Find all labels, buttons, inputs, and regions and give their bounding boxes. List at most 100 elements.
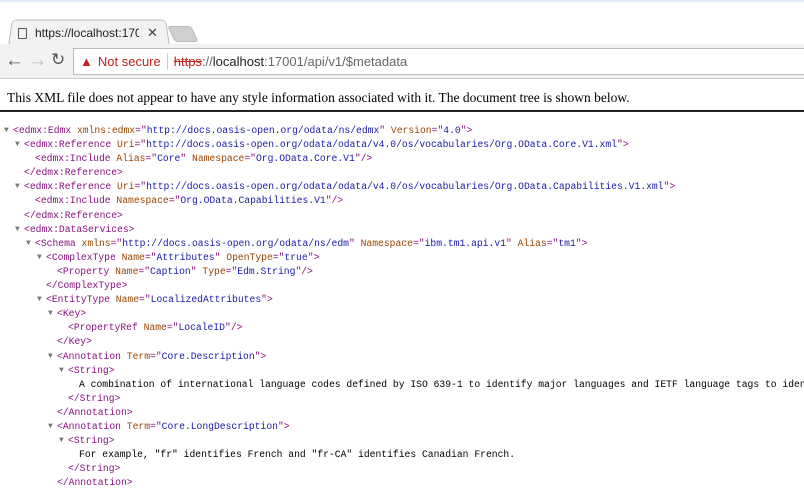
- attribute-name: Namespace: [116, 195, 169, 207]
- attribute-value: true: [284, 251, 308, 263]
- attribute-value: LocaleID: [178, 322, 225, 334]
- attribute-value: LocalizedAttributes: [150, 294, 262, 306]
- attribute-name: Name: [121, 251, 145, 263]
- attribute-value: http://docs.oasis-open.org/odata/ns/edmx: [146, 125, 380, 136]
- new-tab-button[interactable]: [167, 26, 199, 42]
- collapse-toggle-icon[interactable]: ▼: [15, 223, 20, 237]
- xml-tag: </String>: [68, 392, 121, 404]
- xml-tag: </Annotation>: [57, 406, 133, 418]
- xml-tag: <edmx:Reference: [24, 139, 118, 151]
- xml-tag: =": [431, 125, 444, 136]
- xml-tag: <edmx:Include: [35, 153, 117, 165]
- xml-tag: <ComplexType: [46, 251, 122, 263]
- address-bar[interactable]: ▲ Not secure https://localhost:17001/api…: [73, 48, 804, 75]
- attribute-name: Version: [390, 125, 432, 136]
- url-separator: ://: [201, 54, 213, 69]
- attribute-value: Core.Description: [161, 350, 255, 362]
- attribute-value: Attributes: [156, 251, 215, 263]
- browser-titlebar: https://localhost:17001/a ✕: [0, 0, 804, 47]
- divider: [0, 110, 804, 112]
- collapse-toggle-icon[interactable]: ▼: [4, 124, 9, 138]
- attribute-value: http://docs.oasis-open.org/odata/odata/v…: [146, 181, 664, 193]
- xml-info-message: This XML file does not appear to have an…: [7, 90, 630, 105]
- attribute-value: Org.OData.Core.V1: [255, 153, 355, 165]
- attribute-name: Namespace: [192, 153, 245, 165]
- xml-tag: <String>: [68, 364, 115, 376]
- url-host: localhost: [212, 54, 265, 69]
- back-icon[interactable]: ←: [5, 50, 24, 72]
- xml-tag: ": [214, 251, 227, 263]
- xml-tag: =": [135, 125, 147, 136]
- xml-tag: <PropertyRef: [68, 322, 144, 334]
- attribute-name: Type: [202, 265, 226, 277]
- attribute-name: Name: [115, 265, 139, 277]
- xml-tag: =": [272, 251, 285, 263]
- attribute-value: ibm.tm1.api.v1: [424, 237, 506, 249]
- close-tab-icon[interactable]: ✕: [147, 25, 158, 41]
- forward-icon[interactable]: →: [28, 50, 47, 72]
- tab-title: https://localhost:17001/a: [35, 26, 139, 40]
- security-label[interactable]: Not secure: [98, 54, 161, 69]
- attribute-name: Term: [126, 420, 151, 432]
- collapse-toggle-icon[interactable]: ▼: [59, 364, 64, 378]
- xml-tag: </String>: [68, 463, 121, 475]
- xml-tag: <Annotation: [57, 350, 127, 362]
- xml-tag: <Property: [57, 265, 116, 277]
- xml-tag: =": [546, 237, 559, 249]
- xml-tag: <edmx:DataServices>: [24, 223, 135, 235]
- xml-tag: =": [110, 237, 123, 249]
- text-content: A combination of international language …: [79, 378, 804, 390]
- xml-tag: </edmx:Reference>: [24, 209, 123, 221]
- attribute-name: Name: [115, 294, 140, 306]
- xml-tag: =": [150, 420, 162, 432]
- xml-tag: ">: [277, 420, 290, 432]
- browser-tab-content[interactable]: https://localhost:17001/a ✕: [18, 24, 168, 42]
- collapse-toggle-icon[interactable]: ▼: [37, 293, 42, 307]
- attribute-name: Name: [143, 322, 167, 334]
- xml-tag: <Schema: [35, 237, 82, 249]
- attribute-name: xmlns:edmx: [76, 125, 136, 136]
- attribute-value: Core: [157, 153, 181, 165]
- xml-tag: =": [138, 265, 151, 277]
- xml-tag: ">: [663, 181, 676, 193]
- xml-tag: ": [190, 265, 203, 277]
- xml-tag: =": [150, 350, 162, 362]
- xml-tag: </Key>: [57, 336, 92, 348]
- xml-tag: </edmx:Reference>: [24, 167, 123, 179]
- xml-tag: ">: [254, 350, 267, 362]
- xml-tag: =": [145, 153, 158, 165]
- xml-tag: </Annotation>: [57, 477, 133, 489]
- attribute-value: tm1: [558, 237, 576, 249]
- xml-tag: ">: [307, 251, 320, 263]
- collapse-toggle-icon[interactable]: ▼: [59, 434, 64, 448]
- attribute-name: xmlns: [81, 237, 111, 249]
- xml-tag: ">: [617, 139, 629, 151]
- attribute-value: http://docs.oasis-open.org/odata/ns/edm: [122, 237, 349, 249]
- url-scheme: https: [173, 54, 202, 69]
- xml-tag: ": [505, 237, 518, 249]
- attribute-name: Term: [126, 350, 151, 362]
- collapse-toggle-icon[interactable]: ▼: [15, 138, 20, 152]
- attribute-name: Alias: [116, 153, 146, 165]
- collapse-toggle-icon[interactable]: ▼: [48, 420, 53, 434]
- collapse-toggle-icon[interactable]: ▼: [15, 180, 20, 194]
- warning-icon[interactable]: ▲: [80, 54, 93, 69]
- xml-tag: =": [144, 251, 157, 263]
- url-path: :17001/api/v1/$metadata: [264, 54, 408, 69]
- collapse-toggle-icon[interactable]: ▼: [37, 251, 42, 265]
- xml-tag: =": [168, 195, 181, 207]
- xml-tag: ">: [261, 294, 273, 306]
- collapse-toggle-icon[interactable]: ▼: [48, 350, 53, 364]
- document-icon: [18, 27, 27, 39]
- xml-tag: ">: [575, 237, 588, 249]
- attribute-name: Namespace: [360, 237, 413, 249]
- reload-icon[interactable]: ↻: [51, 50, 65, 70]
- collapse-toggle-icon[interactable]: ▼: [48, 307, 53, 321]
- attribute-value: Org.OData.Capabilities.V1: [180, 195, 326, 207]
- collapse-toggle-icon[interactable]: ▼: [26, 237, 31, 251]
- xml-tag: <String>: [68, 435, 115, 447]
- attribute-name: Uri: [117, 181, 135, 193]
- xml-tag: =": [134, 139, 147, 151]
- xml-tag: =": [244, 153, 256, 165]
- xml-tag: <edmx:Include: [35, 195, 117, 207]
